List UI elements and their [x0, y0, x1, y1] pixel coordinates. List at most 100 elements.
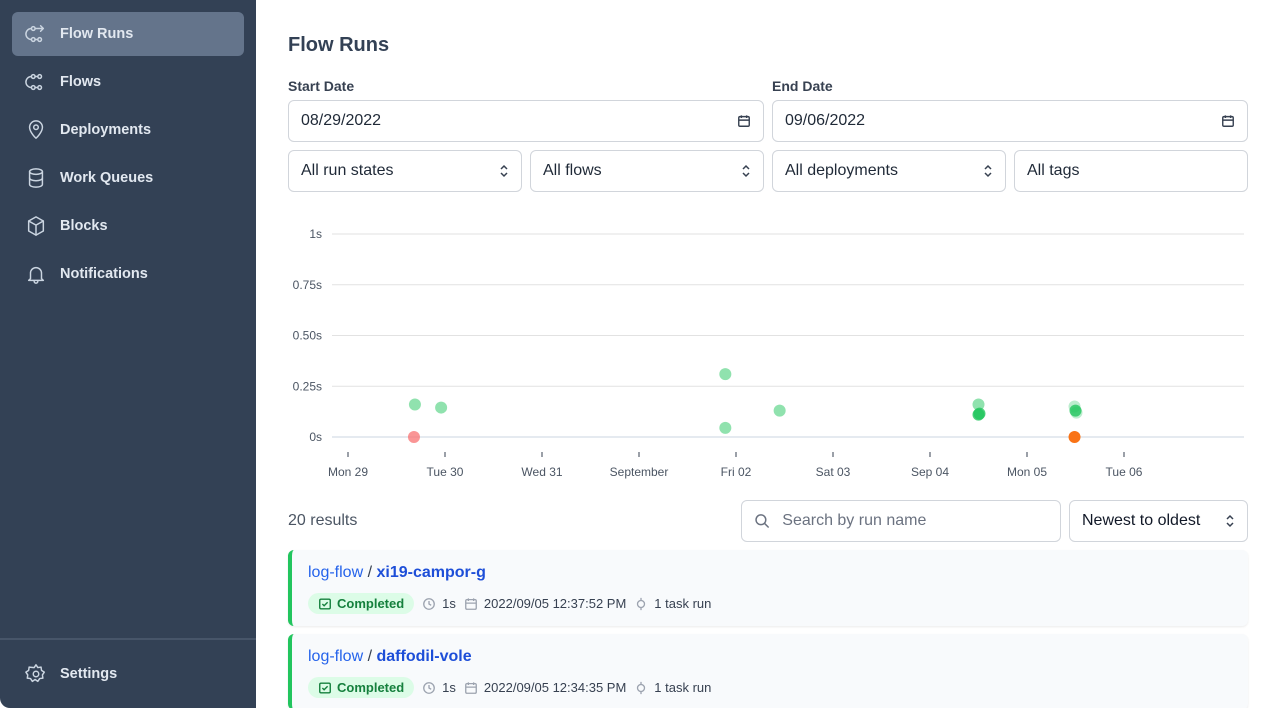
- sidebar-item-label: Notifications: [60, 266, 148, 282]
- start-date-value: 08/29/2022: [301, 112, 382, 129]
- flow-run-point[interactable]: [408, 398, 421, 411]
- map-pin-icon: [24, 118, 48, 142]
- run-title: log-flow / daffodil-vole: [308, 648, 1232, 670]
- list-item[interactable]: log-flow / xi19-campor-g Completed 1s 20…: [288, 550, 1248, 626]
- sidebar-item-flow-runs[interactable]: Flow Runs: [12, 12, 244, 56]
- date-filters: Start Date 08/29/2022 End Date 09/06/202…: [288, 60, 1248, 142]
- x-tick-label: Mon 05: [1007, 465, 1047, 479]
- check-square-icon: [319, 681, 331, 694]
- flows-value: All flows: [543, 162, 602, 179]
- run-states-select[interactable]: All run states: [288, 150, 522, 192]
- select-filters: All run states All flows All deployments…: [288, 150, 1248, 192]
- x-tick-label: Fri 02: [721, 465, 752, 479]
- flow-run-point[interactable]: [1068, 431, 1081, 443]
- sidebar-item-label: Deployments: [60, 122, 152, 138]
- end-date-label: End Date: [772, 78, 833, 94]
- flow-link[interactable]: log-flow: [308, 564, 363, 581]
- chevron-up-down-icon: [741, 164, 751, 178]
- run-states-value: All run states: [301, 162, 394, 179]
- breadcrumb-separator: /: [367, 648, 373, 665]
- start-date-group: Start Date 08/29/2022: [288, 60, 764, 142]
- x-tick-label: Mon 29: [328, 465, 368, 479]
- calendar-icon: [465, 597, 477, 610]
- breadcrumb-separator: /: [367, 564, 373, 581]
- sidebar-footer: Settings: [0, 638, 256, 700]
- sidebar-nav: Flow Runs Flows Deployments Work Queues: [0, 0, 256, 296]
- flow-runs-icon: [24, 22, 48, 46]
- sidebar-item-flows[interactable]: Flows: [12, 60, 244, 104]
- flow-run-point[interactable]: [719, 368, 732, 381]
- status-label: Completed: [337, 596, 405, 611]
- calendar-icon: [465, 681, 477, 694]
- task-runs-value: 1 task run: [654, 680, 712, 695]
- run-list: log-flow / xi19-campor-g Completed 1s 20…: [288, 550, 1248, 708]
- deployments-value: All deployments: [785, 162, 898, 179]
- flow-run-point[interactable]: [719, 421, 732, 434]
- check-square-icon: [319, 597, 331, 610]
- task-runs: 1 task run: [634, 680, 711, 695]
- sidebar-item-work-queues[interactable]: Work Queues: [12, 156, 244, 200]
- x-tick-label: Sat 03: [816, 465, 851, 479]
- run-name-link[interactable]: xi19-campor-g: [377, 564, 486, 581]
- list-item[interactable]: log-flow / daffodil-vole Completed 1s 20…: [288, 634, 1248, 708]
- x-tick-label: Tue 06: [1106, 465, 1143, 479]
- app-root: Flow Runs Flows Deployments Work Queues: [0, 0, 1280, 708]
- cube-icon: [24, 214, 48, 238]
- x-tick-label: September: [610, 465, 669, 479]
- y-tick-label: 0.25s: [293, 379, 322, 393]
- results-bar: 20 results Newest to oldest: [288, 500, 1248, 542]
- chevron-up-down-icon: [499, 164, 509, 178]
- flows-icon: [24, 70, 48, 94]
- end-date-input[interactable]: 09/06/2022: [772, 100, 1248, 142]
- x-tick-label: Tue 30: [427, 465, 464, 479]
- start-time: 2022/09/05 12:37:52 PM: [464, 596, 626, 611]
- clock-icon: [423, 597, 436, 610]
- results-controls: Newest to oldest: [741, 500, 1248, 542]
- tags-input[interactable]: All tags: [1014, 150, 1248, 192]
- sidebar-item-blocks[interactable]: Blocks: [12, 204, 244, 248]
- flows-select[interactable]: All flows: [530, 150, 764, 192]
- status-badge: Completed: [308, 593, 415, 614]
- duration: 1s: [422, 680, 456, 695]
- end-date-group: End Date 09/06/2022: [772, 60, 1248, 142]
- clock-icon: [423, 681, 436, 694]
- sidebar-item-settings[interactable]: Settings: [12, 652, 244, 696]
- flow-link[interactable]: log-flow: [308, 648, 363, 665]
- main-content: Flow Runs Start Date 08/29/2022 End Date…: [256, 0, 1280, 708]
- sort-select[interactable]: Newest to oldest: [1069, 500, 1248, 542]
- deployments-select[interactable]: All deployments: [772, 150, 1006, 192]
- x-tick-label: Sep 04: [911, 465, 949, 479]
- flow-run-point[interactable]: [435, 401, 448, 414]
- x-tick-label: Wed 31: [521, 465, 562, 479]
- chevron-up-down-icon: [983, 164, 993, 178]
- search-input[interactable]: [782, 512, 1048, 530]
- page-title: Flow Runs: [288, 34, 390, 56]
- start-date-input[interactable]: 08/29/2022: [288, 100, 764, 142]
- start-time: 2022/09/05 12:34:35 PM: [464, 680, 626, 695]
- results-count: 20 results: [288, 512, 358, 529]
- flow-run-point[interactable]: [973, 407, 986, 420]
- y-tick-label: 0s: [309, 430, 322, 444]
- y-tick-label: 0.50s: [293, 329, 322, 343]
- duration-value: 1s: [442, 596, 456, 611]
- sidebar-item-label: Flows: [60, 74, 102, 90]
- calendar-icon[interactable]: [737, 114, 751, 128]
- sidebar-item-deployments[interactable]: Deployments: [12, 108, 244, 152]
- calendar-icon[interactable]: [1221, 114, 1235, 128]
- database-icon: [24, 166, 48, 190]
- run-meta: Completed 1s 2022/09/05 12:34:35 PM 1 ta…: [308, 677, 1232, 698]
- flow-run-point[interactable]: [407, 431, 420, 443]
- flow-run-point[interactable]: [773, 404, 786, 417]
- task-runs: 1 task run: [634, 596, 711, 611]
- bell-icon: [24, 262, 48, 286]
- duration-value: 1s: [442, 680, 456, 695]
- gear-icon: [24, 662, 48, 686]
- flow-run-point[interactable]: [1070, 406, 1083, 419]
- run-name-link[interactable]: daffodil-vole: [377, 648, 472, 665]
- start-time-value: 2022/09/05 12:34:35 PM: [483, 680, 627, 695]
- start-date-label: Start Date: [288, 78, 355, 94]
- search-field[interactable]: [741, 500, 1061, 542]
- sidebar-item-notifications[interactable]: Notifications: [12, 252, 244, 296]
- sort-value: Newest to oldest: [1082, 512, 1201, 529]
- y-tick-label: 0.75s: [293, 278, 322, 292]
